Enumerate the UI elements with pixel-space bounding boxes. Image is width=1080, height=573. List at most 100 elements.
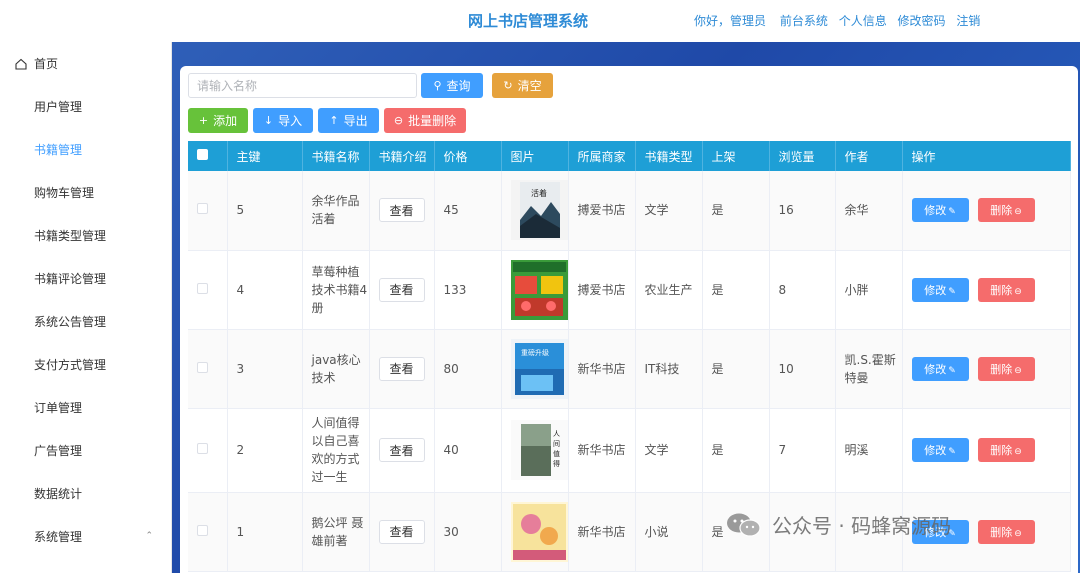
query-button[interactable]: ⚲ 查询 [421, 73, 483, 98]
edit-icon: ✎ [948, 365, 956, 376]
sidebar-item-label: 系统管理 [34, 530, 83, 544]
cell-image [501, 250, 569, 330]
sidebar-item[interactable]: 系统公告管理 [0, 300, 171, 343]
cell-author: 小胖 [835, 250, 903, 330]
watermark: 公众号 · 码蜂窝源码 [726, 510, 951, 539]
row-select-cell[interactable] [188, 492, 228, 572]
cell-image: 重磅升级 [501, 329, 569, 409]
row-checkbox[interactable] [197, 443, 208, 454]
svg-text:重磅升级: 重磅升级 [521, 348, 549, 357]
clear-button[interactable]: ↻ 清空 [492, 73, 553, 98]
sidebar-item[interactable]: 支付方式管理 [0, 343, 171, 386]
delete-button[interactable]: 删除 ⊖ [977, 519, 1035, 544]
minus-circle-icon: ⊖ [1014, 528, 1022, 539]
edit-button[interactable]: 修改 ✎ [911, 277, 969, 302]
sidebar-item[interactable]: 数据统计 [0, 472, 171, 515]
sidebar-item[interactable]: 书籍类型管理 [0, 214, 171, 257]
sidebar-item-label: 广告管理 [34, 444, 83, 458]
sidebar-item-label: 首页 [34, 57, 59, 71]
view-intro-button[interactable]: 查看 [378, 438, 425, 462]
cell-intro: 查看 [369, 329, 435, 409]
sidebar-item[interactable]: 订单管理 [0, 386, 171, 429]
sidebar: 首页用户管理 书籍管理 购物车管理 书籍类型管理 书籍评论管理 系统公告管理 支付方式管理订… [0, 42, 172, 573]
sidebar-item[interactable]: 系统管理 ⌃ [0, 515, 171, 558]
edit-icon: ✎ [948, 447, 956, 457]
view-intro-button[interactable]: 查看 [378, 356, 425, 381]
row-select-cell[interactable] [188, 408, 228, 493]
import-button[interactable]: ↓ 导入 [253, 108, 313, 133]
grid-icon [15, 359, 27, 371]
delete-button[interactable]: 删除 ⊖ [977, 356, 1035, 381]
delete-button[interactable]: 删除 ⊖ [977, 198, 1035, 223]
cell-author: 凯.S.霍斯特曼 [835, 329, 903, 409]
cell-actions: 修改 ✎ 删除 ⊖ [902, 329, 1071, 409]
edit-button[interactable]: 修改 ✎ [911, 356, 969, 381]
row-checkbox[interactable] [197, 282, 208, 294]
sidebar-item[interactable]: 书籍管理 [0, 128, 171, 171]
cell-name: 草莓种植技术书籍4册 [302, 250, 370, 330]
cell-type: IT科技 [635, 329, 703, 409]
batch-delete-button[interactable]: ⊖ 批量删除 [384, 108, 466, 133]
cell-price: 45 [434, 171, 502, 251]
cell-id: 3 [227, 329, 303, 409]
row-checkbox[interactable] [197, 203, 208, 215]
search-icon: ⚲ [433, 79, 442, 92]
link-frontend[interactable]: 前台系统 [780, 14, 828, 28]
edit-icon: ✎ [948, 207, 956, 218]
cell-author: 明溪 [835, 408, 903, 493]
cell-intro: 查看 [369, 250, 435, 330]
minus-circle-icon: ⊖ [393, 114, 404, 127]
table-row: 4 草莓种植技术书籍4册 查看 133 搏爱书店 农业生产是 8 小胖 修改 ✎ 删除 ⊖ [188, 250, 1071, 330]
sidebar-item[interactable]: 购物车管理 [0, 171, 171, 214]
view-intro-button[interactable]: 查看 [378, 277, 425, 302]
book-cover-image [510, 501, 568, 562]
svg-text:活着: 活着 [531, 188, 547, 198]
arrow-down-icon: ↓ [263, 114, 274, 127]
cell-image [501, 492, 569, 572]
grid-icon [15, 101, 27, 113]
row-select-cell[interactable] [188, 171, 228, 251]
cell-views: 8 [769, 250, 836, 330]
link-profile[interactable]: 个人信息 [839, 14, 887, 28]
delete-button[interactable]: 删除 ⊖ [977, 438, 1035, 462]
minus-circle-icon: ⊖ [1014, 365, 1022, 376]
cell-id: 5 [227, 171, 303, 251]
view-intro-button[interactable]: 查看 [378, 519, 425, 544]
grid-icon [15, 230, 27, 242]
grid-icon [15, 273, 27, 285]
select-all-checkbox[interactable] [197, 149, 208, 160]
row-checkbox[interactable] [197, 524, 208, 536]
edit-button[interactable]: 修改 ✎ [911, 438, 969, 462]
col-header: 上架 [702, 141, 770, 171]
link-change-password[interactable]: 修改密码 [898, 14, 946, 28]
book-cover-image: 人间值得 [510, 420, 568, 480]
cell-on-shelf: 是 [702, 171, 770, 251]
cell-price: 40 [434, 408, 502, 493]
sidebar-item[interactable]: 书籍评论管理 [0, 257, 171, 300]
cell-views: 10 [769, 329, 836, 409]
cell-id: 1 [227, 492, 303, 572]
edit-button[interactable]: 修改 ✎ [911, 198, 969, 223]
col-header: 书籍类型 [635, 141, 703, 171]
link-logout[interactable]: 注销 [956, 14, 980, 28]
cell-image: 活着 [501, 171, 569, 251]
cell-author: 余华 [835, 171, 903, 251]
view-intro-button[interactable]: 查看 [378, 198, 425, 223]
grid-icon [15, 402, 27, 414]
cell-intro: 查看 [369, 492, 435, 572]
delete-button[interactable]: 删除 ⊖ [977, 277, 1035, 302]
export-button[interactable]: ↑ 导出 [318, 108, 379, 133]
search-input[interactable] [188, 73, 417, 98]
row-select-cell[interactable] [188, 250, 228, 330]
row-checkbox[interactable] [197, 361, 208, 373]
sidebar-item[interactable]: 广告管理 [0, 429, 171, 472]
grid-icon [15, 445, 27, 457]
add-button[interactable]: + 添加 [188, 108, 248, 133]
minus-circle-icon: ⊖ [1014, 207, 1022, 218]
cell-type: 农业生产 [635, 250, 703, 330]
select-all-cell[interactable] [188, 141, 228, 171]
sidebar-item[interactable]: 用户管理 [0, 85, 171, 128]
col-header: 书籍介绍 [369, 141, 435, 171]
row-select-cell[interactable] [188, 329, 228, 409]
sidebar-item[interactable]: 首页 [0, 42, 171, 85]
